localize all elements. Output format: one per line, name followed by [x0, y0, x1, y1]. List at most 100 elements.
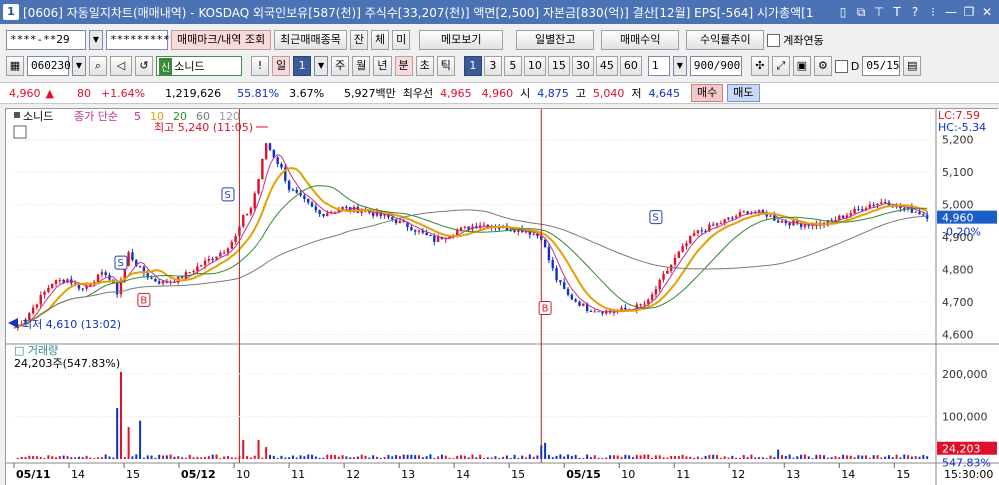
volume-bar — [318, 457, 321, 459]
date-checkbox[interactable]: D — [834, 59, 860, 73]
title-bar: 1 [0606] 자동일지차트(매매내역) - KOSDAQ 외국인보유[587… — [0, 0, 999, 24]
close-icon[interactable]: ✕ — [979, 4, 995, 20]
interval-button-30[interactable]: 30 — [571, 56, 594, 76]
daily-balance-button[interactable]: 일별잔고 — [516, 30, 595, 50]
price-axis-label: 5,200 — [942, 134, 974, 147]
search-icon[interactable]: ⌕ — [89, 56, 107, 76]
volume-bar — [727, 457, 730, 459]
speaker-icon[interactable]: ◁ — [110, 56, 132, 76]
volume-bar — [570, 455, 573, 459]
interval-dropdown-icon[interactable]: ▼ — [672, 56, 687, 76]
help-icon[interactable]: ? — [907, 4, 923, 20]
day-count-dropdown-icon[interactable]: ▼ — [314, 56, 329, 76]
candle-body — [104, 272, 107, 276]
link-icon[interactable]: ▯ — [835, 4, 851, 20]
volume-bar — [635, 455, 638, 459]
chart-panel[interactable]: 5,200 5,100 5,000 4,900 4,800 4,700 4,600 LC:7.… — [5, 108, 999, 485]
date-checkbox-label: D — [850, 59, 860, 73]
candle-body — [673, 257, 677, 265]
candle-body — [597, 311, 600, 313]
period-week-button[interactable]: 주 — [331, 56, 350, 76]
candle-body — [712, 224, 715, 226]
executed-button[interactable]: 체 — [371, 30, 390, 50]
period-tick-button[interactable]: 틱 — [436, 56, 455, 76]
checkbox-box[interactable] — [834, 59, 848, 73]
settings-icon[interactable]: ⁝ — [925, 4, 941, 20]
pin-icon[interactable]: ⊤ — [871, 4, 887, 20]
candle-body — [696, 230, 700, 234]
volume-bar — [211, 454, 214, 459]
candle-body — [207, 258, 211, 261]
candle-body — [925, 215, 929, 219]
candle-body — [39, 294, 42, 305]
password-input[interactable]: ********* — [106, 30, 170, 50]
candle-body — [196, 266, 199, 272]
interval-input[interactable]: 1 — [647, 56, 670, 76]
checkbox-box[interactable] — [767, 33, 781, 47]
trade-profit-button[interactable]: 매매수익 — [601, 30, 680, 50]
account-input[interactable]: ****-**29 — [6, 30, 86, 50]
date-input[interactable]: 05/15 — [862, 56, 901, 76]
calendar-icon[interactable]: ▤ — [903, 56, 922, 76]
sell-button[interactable]: 매도 — [727, 84, 760, 102]
time-axis-label: 15 — [126, 468, 140, 481]
interval-button-1[interactable]: 1 — [463, 56, 482, 76]
interval-button-10[interactable]: 10 — [523, 56, 546, 76]
account-link-checkbox[interactable]: 계좌연동 — [767, 32, 824, 48]
volume-bar — [788, 454, 791, 459]
buy-button[interactable]: 매수 — [691, 84, 724, 102]
high-annotation: 최고 5,240 (11:05) — [154, 121, 253, 134]
volume-bar — [689, 456, 692, 459]
account-dropdown-icon[interactable]: ▼ — [89, 30, 103, 50]
memo-button[interactable]: 메모보기 — [419, 30, 504, 50]
candle-body — [81, 288, 84, 290]
volume-bar — [910, 456, 913, 459]
crosshair-icon[interactable]: ✣ — [750, 56, 769, 76]
market-badge: 신 — [159, 57, 173, 75]
text-icon[interactable]: T — [889, 4, 905, 20]
candle-body — [314, 206, 318, 211]
period-month-button[interactable]: 월 — [352, 56, 371, 76]
alert-icon[interactable]: ! — [251, 56, 269, 76]
volume-bar — [184, 457, 187, 459]
trade-mark-query-button[interactable]: 매매마크/내역 조회 — [171, 30, 272, 50]
unexecuted-button[interactable]: 미 — [392, 30, 411, 50]
volume-bar — [395, 455, 398, 459]
restore-icon[interactable]: ❐ — [961, 4, 977, 20]
minimize-icon[interactable]: — — [943, 4, 959, 20]
candle-body — [295, 190, 298, 193]
volume-summary: 24,203주(547.83%) — [14, 357, 120, 370]
volume-bar — [509, 458, 512, 459]
period-second-button[interactable]: 초 — [415, 56, 434, 76]
volume-bar — [559, 454, 562, 459]
volume-bar — [257, 439, 260, 459]
interval-button-45[interactable]: 45 — [595, 56, 618, 76]
profit-trend-button[interactable]: 수익률추이 — [686, 30, 765, 50]
volume-bar — [398, 455, 401, 459]
drawing-tool-icon[interactable]: ⤢ — [771, 56, 790, 76]
period-day-button[interactable]: 일 — [272, 56, 291, 76]
volume-bar — [471, 454, 474, 459]
recent-trades-button[interactable]: 최근매매종목 — [274, 30, 347, 50]
volume-bar — [421, 457, 424, 459]
stock-name-field[interactable]: 신 소니드 — [156, 56, 242, 76]
time-axis-label: 10 — [621, 468, 635, 481]
price-volume-chart[interactable]: 5,2005,1005,0004,9004,8004,7004,600LC:7.… — [6, 109, 999, 485]
layout-icon[interactable]: ▦ — [6, 56, 24, 76]
save-icon[interactable]: ▣ — [792, 56, 811, 76]
period-year-button[interactable]: 년 — [373, 56, 392, 76]
stock-code-input[interactable]: 060230 — [27, 56, 71, 76]
count-input[interactable]: 900/900 — [689, 56, 742, 76]
balance-button[interactable]: 잔 — [349, 30, 369, 50]
period-day-count[interactable]: 1 — [293, 56, 312, 76]
copy-window-icon[interactable]: ⧉ — [853, 4, 869, 20]
period-minute-button[interactable]: 분 — [394, 56, 413, 76]
code-dropdown-icon[interactable]: ▼ — [72, 56, 86, 76]
history-icon[interactable]: ↺ — [135, 56, 153, 76]
window-number-badge[interactable]: 1 — [3, 4, 19, 20]
interval-button-15[interactable]: 15 — [547, 56, 570, 76]
interval-button-3[interactable]: 3 — [483, 56, 502, 76]
gear-icon[interactable]: ⚙ — [813, 56, 832, 76]
interval-button-60[interactable]: 60 — [619, 56, 642, 76]
interval-button-5[interactable]: 5 — [503, 56, 522, 76]
